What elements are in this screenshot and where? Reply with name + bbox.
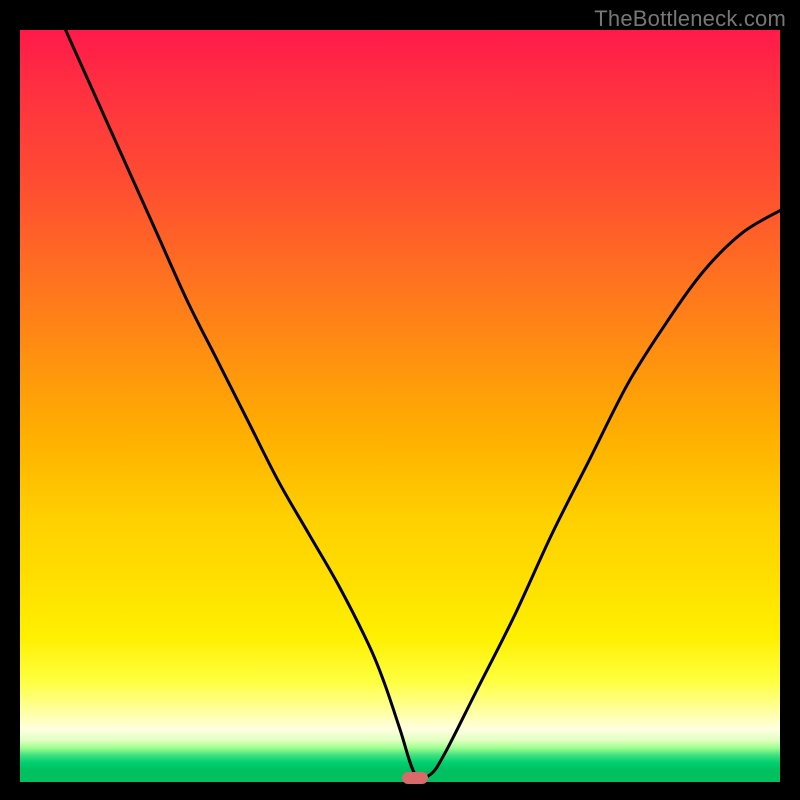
- bottleneck-curve: [20, 30, 780, 790]
- watermark-text: TheBottleneck.com: [594, 6, 786, 32]
- chart-frame: [20, 30, 780, 790]
- plot-area: [20, 30, 780, 790]
- optimal-point-marker: [402, 772, 428, 784]
